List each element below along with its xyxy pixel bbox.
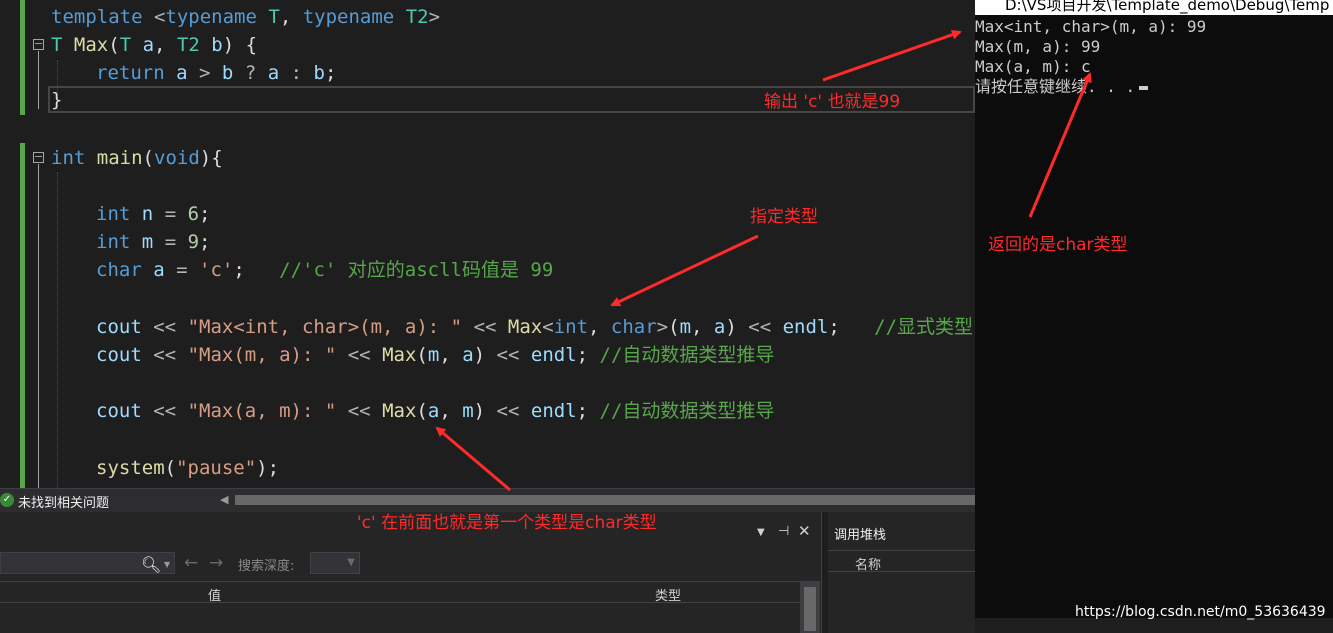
search-depth-select[interactable]: ▼ (310, 552, 360, 574)
console-output-line: Max(a, m): c (975, 57, 1091, 76)
fold-collapse-icon[interactable]: − (33, 151, 44, 163)
close-icon[interactable]: ✕ (798, 522, 811, 540)
editor-gutter (0, 0, 20, 488)
console-title-bar[interactable]: D:\VS项目开发\Template_demo\Debug\Temp (975, 0, 1333, 15)
code-line-10: cout << "Max(m, a): " << Max(m, a) << en… (96, 344, 775, 366)
column-header-name[interactable]: 名称 (855, 554, 881, 573)
code-line-7: int m = 9; (96, 231, 211, 253)
code-line-6: int n = 6; (96, 203, 211, 225)
pin-icon[interactable]: ⊣ (778, 524, 789, 539)
search-depth-label: 搜索深度: (238, 559, 295, 574)
chevron-down-icon[interactable]: ▼ (757, 527, 765, 538)
locals-toolbar: 🔍︎ ▼ ← → 搜索深度: ▼ (0, 551, 821, 577)
vertical-scrollbar[interactable] (800, 581, 820, 633)
column-header-type[interactable]: 类型 (655, 585, 681, 604)
console-prompt-text: 请按任意键继续. . . (975, 77, 1136, 96)
console-output-line: 请按任意键继续. . . (975, 77, 1149, 97)
code-line-2: T Max(T a, T2 b) { (51, 34, 258, 56)
watermark: https://blog.csdn.net/m0_53636439 (1075, 604, 1326, 620)
horizontal-scrollbar[interactable] (235, 495, 975, 505)
code-line-8: char a = 'c'; //'c' 对应的ascll码值是 99 (96, 259, 554, 281)
console-output-line: Max(m, a): 99 (975, 37, 1101, 56)
code-line-3: return a > b ? a : b; (96, 62, 337, 84)
change-indicator (20, 0, 25, 115)
search-input[interactable]: 🔍︎ ▼ (0, 552, 175, 574)
console-window-title: D:\VS项目开发\Template_demo\Debug\Temp (1005, 0, 1330, 14)
back-arrow-icon[interactable]: ← (184, 553, 198, 573)
console-window[interactable]: Max<int, char>(m, a): 99 Max(m, a): 99 M… (975, 15, 1333, 618)
forward-arrow-icon[interactable]: → (209, 553, 223, 573)
code-line-1: template <typename T, typename T2> (51, 6, 441, 28)
callstack-title[interactable]: 调用堆栈 (834, 524, 886, 543)
code-line-4: } (51, 89, 63, 111)
callstack-panel: 调用堆栈 名称 (828, 512, 975, 633)
annotation-output: 输出 'c' 也就是99 (764, 92, 901, 112)
code-line-5: int main(void){ (51, 147, 223, 169)
annotation-specify-type: 指定类型 (750, 207, 818, 227)
code-line-11: cout << "Max(a, m): " << Max(a, m) << en… (96, 400, 775, 422)
issues-status-text[interactable]: 未找到相关问题 (18, 492, 109, 511)
search-icon[interactable]: 🔍︎ (141, 555, 161, 574)
code-editor[interactable]: − − template <typename T, typename T2> T… (0, 0, 975, 488)
indent-guide (57, 172, 58, 488)
fold-guide (38, 164, 39, 488)
fold-guide (38, 51, 39, 109)
chevron-down-icon[interactable]: ▼ (164, 560, 170, 569)
console-cursor (1139, 85, 1149, 90)
fold-collapse-icon[interactable]: − (33, 38, 44, 50)
annotation-first-type: 'c' 在前面也就是第一个类型是char类型 (357, 513, 657, 533)
annotation-returns-char: 返回的是char类型 (988, 235, 1128, 255)
check-circle-icon: ✓ (0, 493, 14, 507)
change-indicator (20, 143, 25, 488)
column-header-value[interactable]: 值 (208, 585, 221, 604)
code-line-9: cout << "Max<int, char>(m, a): " << Max<… (96, 316, 974, 338)
scroll-left-icon[interactable]: ◀ (220, 493, 228, 506)
callstack-grid-header: 名称 (828, 550, 975, 573)
code-line-12: system("pause"); (96, 457, 280, 479)
locals-grid-header: 值 类型 (0, 581, 800, 604)
console-output-line: Max<int, char>(m, a): 99 (975, 17, 1207, 36)
scrollbar-thumb[interactable] (804, 587, 816, 631)
